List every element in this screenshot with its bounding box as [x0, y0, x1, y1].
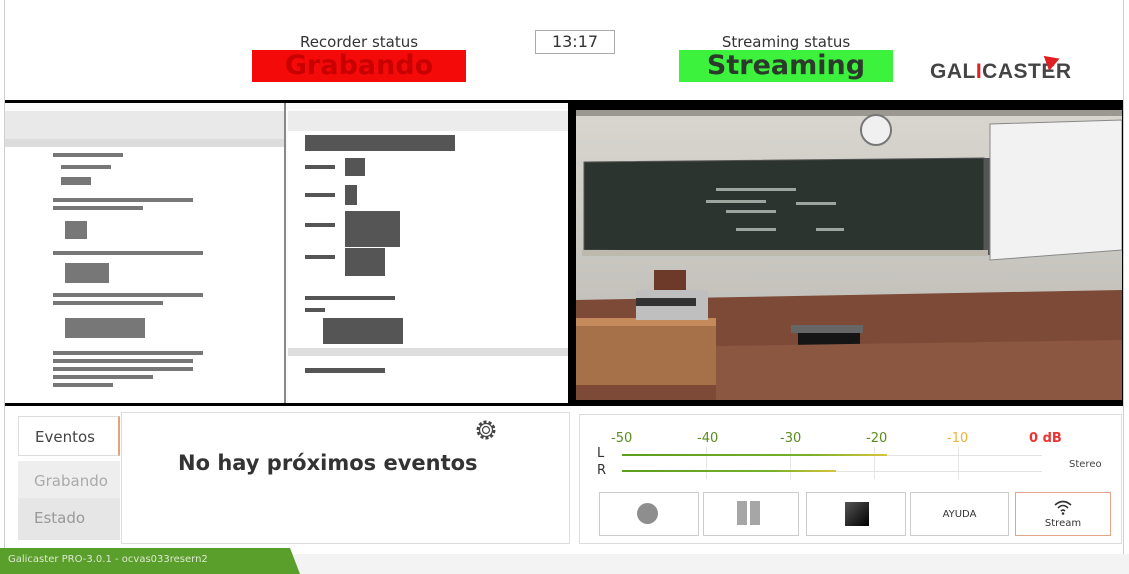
- logo-accent: I: [975, 60, 983, 83]
- events-panel: [121, 412, 570, 544]
- screen-preview: [5, 103, 568, 403]
- left-channel-label: L: [597, 446, 605, 461]
- camera-preview-image: [576, 110, 1122, 400]
- recorder-status-label: Recorder status: [299, 33, 419, 51]
- db-label: -10: [947, 431, 969, 446]
- stop-icon: [845, 502, 869, 526]
- right-channel-label: R: [597, 463, 607, 478]
- pause-icon: [737, 501, 747, 525]
- recorder-status-badge: Grabando: [252, 50, 466, 82]
- pause-icon: [750, 501, 760, 525]
- db-label: -50: [611, 431, 633, 446]
- gear-icon[interactable]: [474, 418, 498, 442]
- wifi-icon: [1054, 500, 1072, 515]
- db-label: 0 dB: [1029, 431, 1062, 446]
- record-icon: [637, 503, 658, 524]
- meter-gridline: [958, 447, 959, 479]
- tab-eventos[interactable]: Eventos: [18, 416, 120, 456]
- meter-gridline: [790, 447, 791, 479]
- tab-estado[interactable]: Estado: [18, 498, 120, 540]
- meter-gridline: [706, 447, 707, 479]
- no-events-message: No hay próximos eventos: [178, 451, 478, 475]
- meter-gridline: [874, 447, 875, 479]
- right-level-meter: [622, 470, 836, 472]
- camera-preview: [576, 110, 1122, 400]
- stereo-label: Stereo: [1069, 459, 1102, 470]
- clock: 13:17: [535, 30, 615, 54]
- db-label: -30: [780, 431, 802, 446]
- streaming-status-label: Streaming status: [721, 33, 851, 51]
- streaming-status-badge: Streaming: [679, 50, 893, 82]
- left-level-meter: [622, 454, 887, 456]
- stream-button-label: Stream: [1044, 518, 1082, 529]
- help-button[interactable]: AYUDA: [910, 492, 1009, 536]
- screen-preview-image: [5, 103, 568, 403]
- db-label: -40: [697, 431, 719, 446]
- footer-version: Galicaster PRO-3.0.1 - ocvas033resern2: [8, 554, 208, 565]
- db-label: -20: [866, 431, 888, 446]
- tab-grabando[interactable]: Grabando: [18, 461, 120, 501]
- stream-button[interactable]: Stream: [1015, 492, 1111, 536]
